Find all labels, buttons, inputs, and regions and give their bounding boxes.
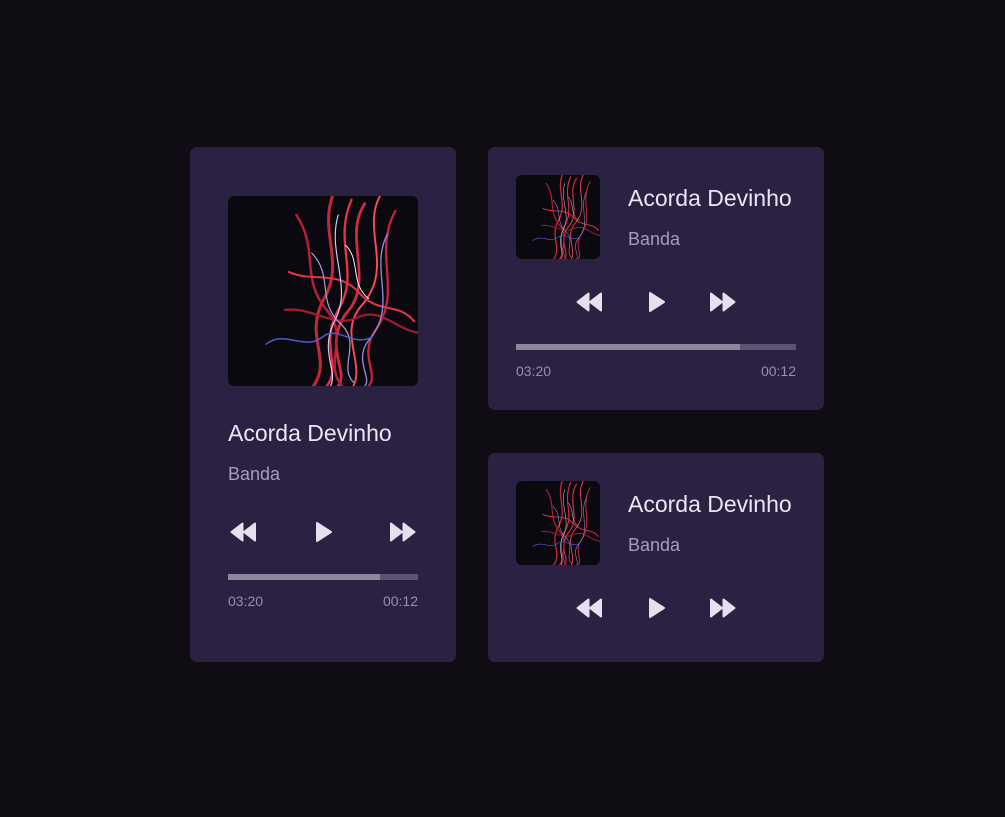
elapsed-time: 03:20 [516,363,552,379]
remaining-time: 00:12 [760,363,796,379]
play-icon [641,597,671,619]
progress-bar-fill [516,344,740,350]
play-icon [308,521,338,543]
fast-forward-icon [708,291,738,313]
rewind-button[interactable] [228,521,258,543]
player-card-vertical: Acorda Devinho Banda 03:20 00:12 [190,147,456,662]
track-artist: Banda [628,535,681,555]
progress-bar[interactable] [228,574,418,580]
track-title: Acorda Devinho [628,185,792,211]
progress-bar-fill [228,574,380,580]
fast-forward-icon [388,521,418,543]
rewind-icon [574,291,604,313]
remaining-time: 00:12 [382,593,418,609]
player-card-horizontal: Acorda Devinho Banda 03:20 00:12 [488,147,824,410]
fast-forward-button[interactable] [388,521,418,543]
rewind-icon [228,521,258,543]
player-card-compact: Acorda Devinho Banda [488,453,824,662]
track-title: Acorda Devinho [628,491,792,517]
fast-forward-button[interactable] [708,597,738,619]
album-art-image [516,481,600,565]
rewind-button[interactable] [574,597,604,619]
fast-forward-button[interactable] [708,291,738,313]
track-title: Acorda Devinho [228,420,392,446]
elapsed-time: 03:20 [228,593,264,609]
track-artist: Banda [628,229,681,249]
progress-bar[interactable] [516,344,796,350]
track-artist: Banda [228,464,281,484]
album-art-image [516,175,600,259]
play-icon [641,291,671,313]
play-button[interactable] [641,597,671,619]
play-button[interactable] [308,521,338,543]
rewind-button[interactable] [574,291,604,313]
fast-forward-icon [708,597,738,619]
play-button[interactable] [641,291,671,313]
album-art-image [228,196,418,386]
rewind-icon [574,597,604,619]
